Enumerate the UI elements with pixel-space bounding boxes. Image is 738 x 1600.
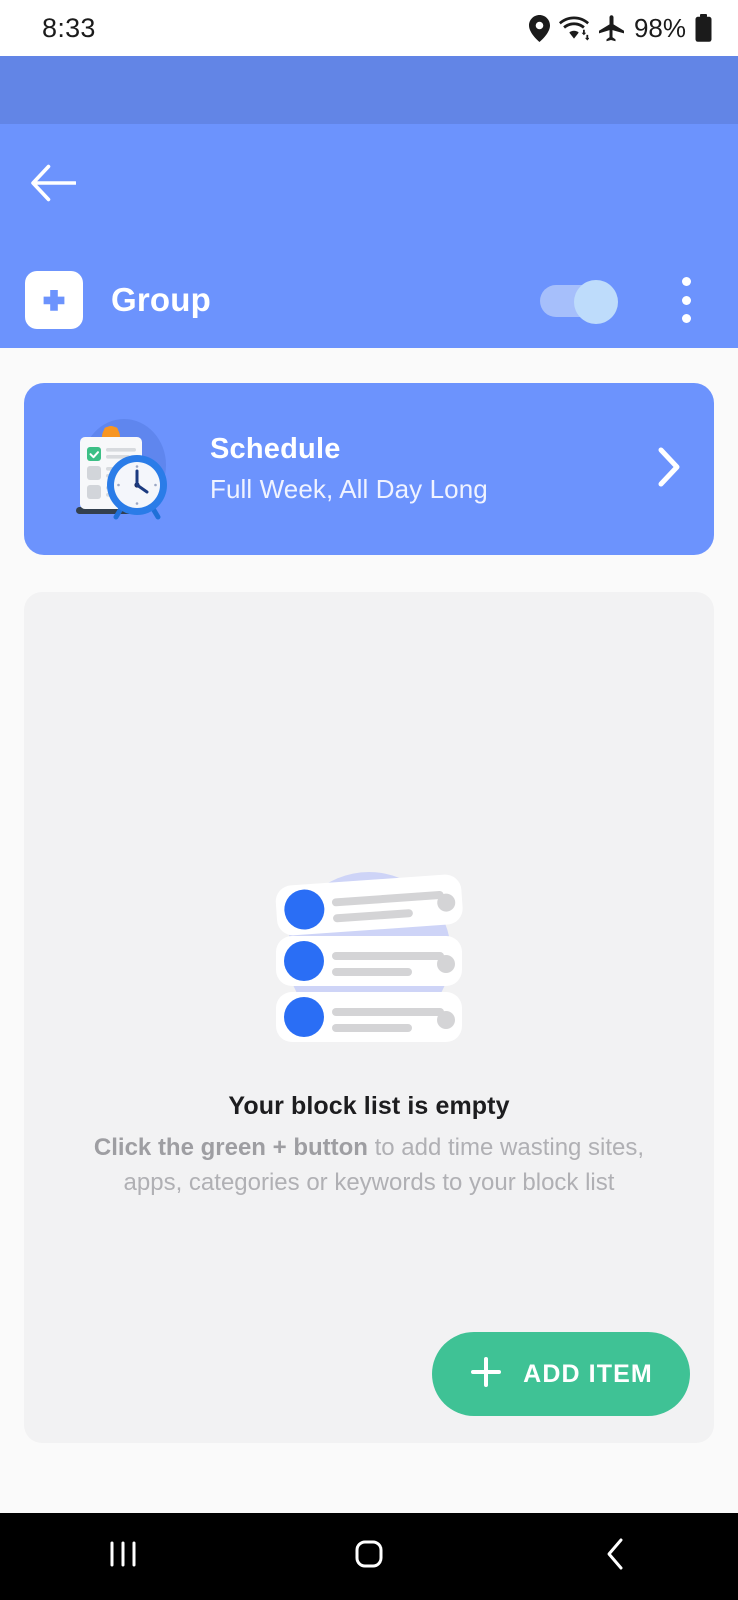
add-item-label: ADD ITEM [523, 1359, 653, 1388]
group-enabled-toggle[interactable] [540, 280, 618, 324]
kebab-dot [681, 277, 691, 286]
battery-percent-label: 98% [633, 12, 686, 43]
android-nav-bar [0, 1513, 738, 1600]
empty-state-title: Your block list is empty [228, 1092, 510, 1120]
back-arrow-icon [30, 164, 77, 207]
empty-state-description: Click the green + button to add time was… [62, 1130, 676, 1200]
more-vertical-icon[interactable] [664, 273, 708, 327]
add-item-button[interactable]: ADD ITEM [432, 1332, 690, 1416]
empty-state-description-bold: Click the green + button [93, 1134, 368, 1161]
airplane-mode-icon [598, 14, 625, 42]
status-bar-clock: 8:33 [42, 12, 96, 43]
recents-icon [106, 1537, 140, 1576]
back-button[interactable] [20, 152, 86, 218]
clipboard-clock-icon [62, 413, 174, 525]
phone-screen: 8:33 98% Group Schedule Full Week, All D… [0, 0, 738, 1600]
battery-icon [695, 14, 712, 42]
plus-icon [469, 1355, 503, 1394]
recents-button[interactable] [0, 1513, 246, 1600]
header-top-band [0, 56, 738, 124]
block-list-panel: Your block list is empty Click the green… [24, 592, 714, 1443]
home-icon [351, 1536, 387, 1577]
empty-list-icon [254, 854, 484, 1054]
schedule-text: Schedule Full Week, All Day Long [210, 433, 488, 505]
nav-back-button[interactable] [492, 1513, 738, 1600]
kebab-dot [681, 314, 691, 323]
schedule-title: Schedule [210, 433, 341, 465]
app-bar: Group [0, 124, 738, 348]
page-title: Group [111, 281, 211, 318]
app-bar-row: Group [0, 264, 738, 336]
plus-square-icon [25, 271, 83, 329]
kebab-dot [681, 295, 691, 305]
status-bar: 8:33 98% [0, 0, 738, 56]
chevron-right-icon [656, 445, 682, 494]
schedule-card[interactable]: Schedule Full Week, All Day Long [24, 383, 714, 555]
home-button[interactable] [246, 1513, 492, 1600]
status-bar-icons: 98% [528, 12, 712, 44]
toggle-thumb [574, 280, 618, 324]
schedule-subtitle: Full Week, All Day Long [210, 474, 488, 504]
nav-back-icon [602, 1536, 628, 1577]
wifi-icon [558, 15, 589, 41]
location-pin-icon [528, 14, 550, 42]
